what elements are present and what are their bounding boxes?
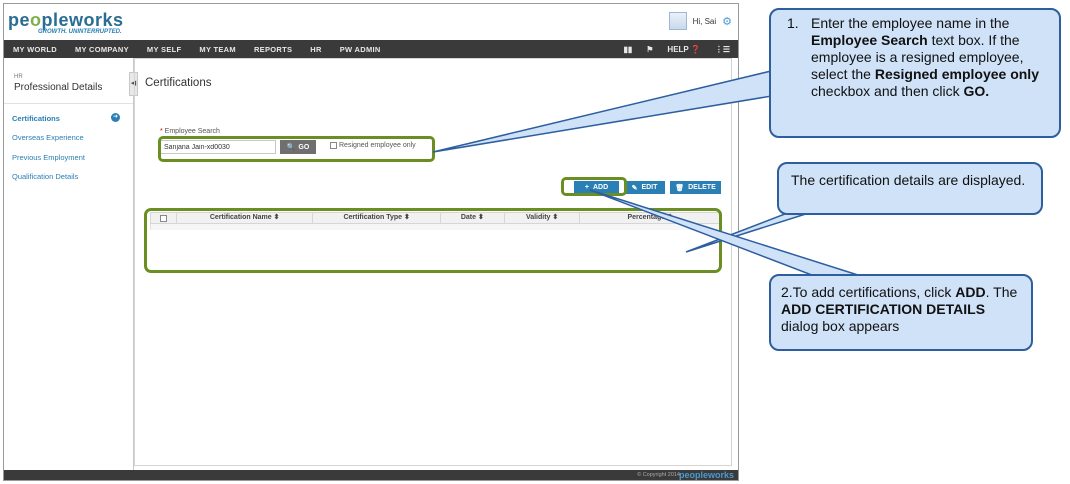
sidebar-item-qualification-details[interactable]: Qualification Details <box>12 172 78 181</box>
employee-search-label-text: Employee Search <box>164 128 220 135</box>
employee-search-label: * Employee Search <box>160 128 220 135</box>
callout-text: 2.To add certifications, click <box>781 284 956 300</box>
book-icon[interactable]: ▮▮ <box>623 45 632 54</box>
sidebar: HR Professional Details ◀ Certifications… <box>4 58 138 470</box>
help-icon: ❓ <box>690 44 701 54</box>
flag-icon[interactable]: ⚑ <box>646 45 653 54</box>
callout-bold-text: Employee Search <box>811 32 928 48</box>
page-title: Certifications <box>145 77 212 89</box>
callout-step-number: 1. <box>787 15 799 31</box>
menu-tree-icon[interactable]: ⋮☰ <box>715 45 730 54</box>
copyright-text: © Copyright 2014 <box>637 472 680 478</box>
avatar[interactable] <box>668 12 687 30</box>
main-nav: MY WORLD MY COMPANY MY SELF MY TEAM REPO… <box>4 40 738 58</box>
delete-label: DELETE <box>688 184 716 191</box>
sidebar-title: Professional Details <box>14 82 103 93</box>
edit-button[interactable]: ✎ EDIT <box>624 181 665 194</box>
callout-text: . The <box>985 284 1018 300</box>
pencil-icon: ✎ <box>631 184 638 192</box>
callout-bold-text: GO. <box>963 83 990 99</box>
user-greeting: Hi, Sai <box>692 16 717 26</box>
nav-pw-admin[interactable]: PW ADMIN <box>331 45 390 54</box>
sidebar-item-overseas-experience[interactable]: Overseas Experience <box>12 133 84 142</box>
sidebar-divider <box>4 103 133 104</box>
user-area: Hi, Sai ⚙ <box>668 12 732 30</box>
top-header: peopleworks GROWTH. UNINTERRUPTED. Hi, S… <box>4 4 738 40</box>
sidebar-section-label: HR <box>14 74 23 80</box>
footer-logo: peopleworks <box>678 470 734 480</box>
nav-reports[interactable]: REPORTS <box>245 45 301 54</box>
callout-text: Enter the employee name in the <box>811 15 1010 31</box>
help-menu[interactable]: HELP ❓ <box>667 45 700 54</box>
logo-tagline: GROWTH. UNINTERRUPTED. <box>38 29 122 35</box>
footer: © Copyright 2014 peopleworks <box>4 470 738 480</box>
callout-bold-text: Resigned employee only <box>874 66 1039 82</box>
gear-icon[interactable]: ⚙ <box>722 15 732 28</box>
nav-my-world[interactable]: MY WORLD <box>4 45 66 54</box>
logo-text: peopleworks <box>8 10 124 30</box>
callout-text: The certification details are displayed. <box>791 172 1026 188</box>
callout-employee-search: 1. Enter the employee name in the Employe… <box>769 8 1061 138</box>
help-label: HELP <box>667 44 689 54</box>
add-highlight-box <box>561 177 627 196</box>
tutorial-slide: peopleworks GROWTH. UNINTERRUPTED. Hi, S… <box>0 0 1070 484</box>
peopleworks-logo[interactable]: peopleworks GROWTH. UNINTERRUPTED. <box>8 10 124 35</box>
callout-certification-details: The certification details are displayed. <box>777 162 1043 215</box>
arrow-right-icon: ➜ <box>111 113 120 122</box>
nav-my-team[interactable]: MY TEAM <box>190 45 245 54</box>
nav-hr[interactable]: HR <box>301 45 330 54</box>
edit-label: EDIT <box>641 184 658 191</box>
delete-button[interactable]: 🗑 DELETE <box>670 181 721 194</box>
callout-bold-text: ADD <box>955 284 986 300</box>
sidebar-item-previous-employment[interactable]: Previous Employment <box>12 153 85 162</box>
nav-my-self[interactable]: MY SELF <box>138 45 190 54</box>
callout-text: checkbox and then click <box>811 83 964 99</box>
trash-icon: 🗑 <box>675 184 685 192</box>
nav-tools: ▮▮ ⚑ HELP ❓ ⋮☰ <box>623 40 730 58</box>
table-highlight-box <box>144 208 722 273</box>
nav-my-company[interactable]: MY COMPANY <box>66 45 138 54</box>
search-highlight-box <box>158 136 435 162</box>
callout-bold-text: ADD CERTIFICATION DETAILS <box>781 301 986 317</box>
sidebar-item-certifications[interactable]: Certifications <box>12 114 60 123</box>
callout-add-certification: 2.To add certifications, click ADD. The … <box>769 274 1033 351</box>
callout-text: dialog box appears <box>781 318 900 334</box>
